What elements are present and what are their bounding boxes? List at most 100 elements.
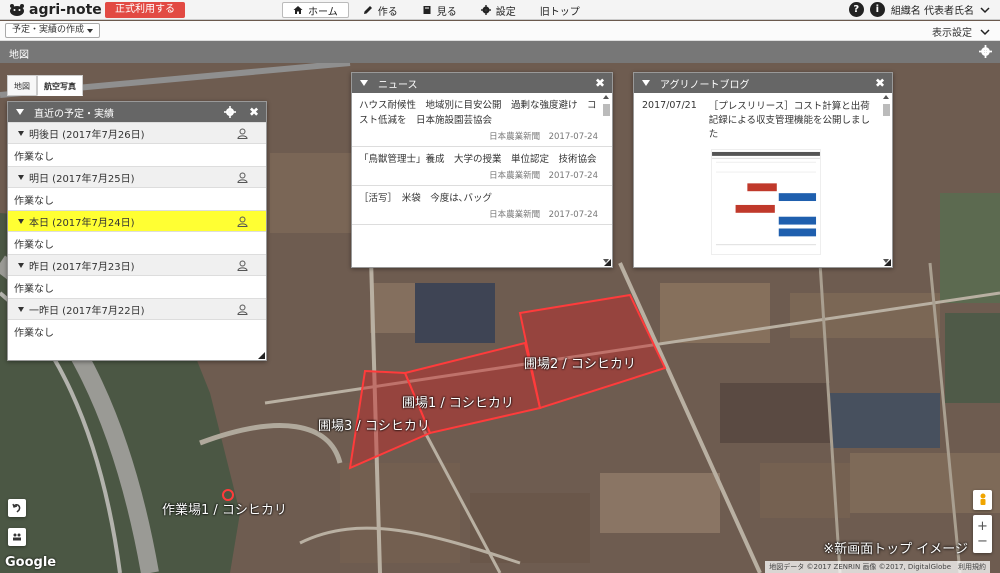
create-plan-button[interactable]: 予定・実績の作成 [5,23,101,38]
news-item[interactable]: ［活写］ 米袋 今度は､バッグ 日本農業新聞 2017-07-24 [352,186,612,225]
work-area-label-1[interactable]: 作業場1 / コシヒカリ [162,499,287,518]
blog-text: ［プレスリリース］コスト計算と出荷記録による収支管理機能を公開しました [708,101,870,140]
tab-map[interactable]: 地図 [7,75,37,96]
chevron-down-icon [980,28,990,35]
blog-scrollbar[interactable] [883,95,890,263]
nav-old-top-label: 旧トップ [539,6,580,18]
pencil-icon [363,6,372,14]
close-icon[interactable]: ✖ [875,76,885,90]
info-icon[interactable]: i [869,2,885,17]
resize-handle[interactable] [258,352,265,359]
nav-settings[interactable]: 設定 [471,2,526,18]
news-meta: 日本農業新聞 2017-07-24 [359,169,598,181]
scroll-thumb[interactable] [603,104,610,116]
gear-icon [480,5,491,15]
nav-home[interactable]: ホーム [282,2,349,18]
blog-thumbnail-image[interactable] [711,149,821,255]
news-panel-header[interactable]: ニュース ✖ [352,73,612,93]
schedule-panel-header[interactable]: 直近の予定・実績 ✖ [8,102,266,122]
day-header-day-before-yesterday[interactable]: 一昨日 (2017年7月22日) [8,298,266,320]
news-date: 2017-07-24 [548,210,598,220]
news-list[interactable]: ハウス耐候性 地域別に目安公開 過剰な強度避け コスト低減を 日本施設園芸協会 … [352,93,612,267]
day-label: 本日 (2017年7月24日) [29,217,135,229]
official-use-button[interactable]: 正式利用する [105,2,185,18]
people-button[interactable] [8,528,26,546]
person-icon[interactable] [237,260,248,271]
nav-old-top[interactable]: 旧トップ [530,2,590,18]
nav-view-label: 見る [436,6,457,18]
street-view-pegman[interactable] [973,490,992,510]
news-scrollbar[interactable] [603,95,610,263]
news-title: 「鳥獣管理士」養成 大学の授業 単位認定 技術協会 [359,154,597,165]
zoom-in-button[interactable]: + [977,519,988,534]
resize-handle[interactable] [604,259,611,266]
tab-aerial[interactable]: 航空写真 [37,75,83,96]
expand-triangle-icon [18,218,24,224]
blog-panel: アグリノートブログ ✖ 2017/07/21 ［プレスリリース］コスト計算と出荷… [633,72,893,268]
news-source: 日本農業新聞 [489,171,541,181]
chevron-down-icon[interactable] [980,6,990,14]
news-source: 日本農業新聞 [489,132,541,142]
main-nav: ホーム 作る 見る 設定 旧トップ [282,2,590,18]
create-plan-label: 予定・実績の作成 [12,25,85,35]
news-item[interactable]: 「鳥獣管理士」養成 大学の授業 単位認定 技術協会 日本農業新聞 2017-07… [352,147,612,186]
day-header-yesterday[interactable]: 昨日 (2017年7月23日) [8,254,266,276]
day-body: 作業なし [14,327,54,339]
field-label-1[interactable]: 圃場1 / コシヒカリ [402,392,514,411]
person-icon[interactable] [237,128,248,139]
day-label: 明日 (2017年7月25日) [29,173,135,185]
resize-handle[interactable] [884,259,891,266]
collapse-triangle-icon[interactable] [360,80,368,86]
news-source: 日本農業新聞 [489,210,541,220]
day-header-day-after-tomorrow[interactable]: 明後日 (2017年7月26日) [8,122,266,144]
blog-panel-header[interactable]: アグリノートブログ ✖ [634,73,892,93]
map-attribution[interactable]: 地図データ ©2017 ZENRIN 画像 ©2017, DigitalGlob… [765,561,990,573]
day-body: 作業なし [14,239,54,251]
collapse-triangle-icon[interactable] [16,109,24,115]
google-logo: Google [5,555,57,570]
recent-schedule-panel: 直近の予定・実績 ✖ 明後日 (2017年7月26日) 作業なし 明日 (201… [7,101,267,361]
map-type-tabs: 地図 航空写真 [7,75,83,96]
blog-list[interactable]: 2017/07/21 ［プレスリリース］コスト計算と出荷記録による収支管理機能を… [634,93,892,267]
news-panel: ニュース ✖ ハウス耐候性 地域別に目安公開 過剰な強度避け コスト低減を 日本… [351,72,613,268]
scroll-thumb[interactable] [883,104,890,116]
day-header-tomorrow[interactable]: 明日 (2017年7月25日) [8,166,266,188]
display-setting[interactable]: 表示設定 [932,24,990,39]
rotate-map-button[interactable] [8,499,26,517]
undo-arrow-icon [12,503,21,513]
zoom-out-button[interactable]: − [977,534,988,549]
person-icon[interactable] [237,304,248,315]
scroll-up-icon[interactable] [603,95,609,99]
expand-triangle-icon [18,130,24,136]
day-label: 一昨日 (2017年7月22日) [29,305,145,317]
news-panel-title: ニュース [378,79,418,91]
map-section-header: 地図 [0,41,1000,63]
scroll-up-icon[interactable] [883,95,889,99]
day-header-today[interactable]: 本日 (2017年7月24日) [8,210,266,232]
help-icon[interactable]: ? [848,2,864,17]
nav-view[interactable]: 見る [412,2,467,18]
close-icon[interactable]: ✖ [595,76,605,90]
watermark-text: ※新画面トップ イメージ [823,542,968,557]
nav-create[interactable]: 作る [353,2,408,18]
person-icon[interactable] [237,216,248,227]
news-meta: 日本農業新聞 2017-07-24 [359,130,598,142]
gear-icon[interactable] [224,106,236,118]
zoom-controls: + − [973,515,992,553]
map-settings-gear-icon[interactable] [979,45,992,58]
schedule-panel-title: 直近の予定・実績 [34,108,114,120]
person-icon[interactable] [237,172,248,183]
org-name[interactable]: 組織名 代表者氏名 [891,2,974,17]
news-item[interactable]: ハウス耐候性 地域別に目安公開 過剰な強度避け コスト低減を 日本施設園芸協会 … [352,93,612,147]
cow-logo-icon [10,4,24,16]
aerial-map[interactable]: 地図 航空写真 直近の予定・実績 ✖ 明後日 (2017年7月26日) 作業なし… [0,63,1000,573]
app-logo[interactable]: agri-note [8,2,102,18]
close-icon[interactable]: ✖ [249,105,259,119]
blog-date: 2017/07/21 [642,100,697,111]
field-label-3[interactable]: 圃場3 / コシヒカリ [318,415,430,434]
map-section-title: 地図 [9,50,29,61]
blog-entry[interactable]: 2017/07/21 ［プレスリリース］コスト計算と出荷記録による収支管理機能を… [634,93,892,142]
collapse-triangle-icon[interactable] [642,80,650,86]
news-date: 2017-07-24 [548,171,598,181]
field-label-2[interactable]: 圃場2 / コシヒカリ [524,353,636,372]
